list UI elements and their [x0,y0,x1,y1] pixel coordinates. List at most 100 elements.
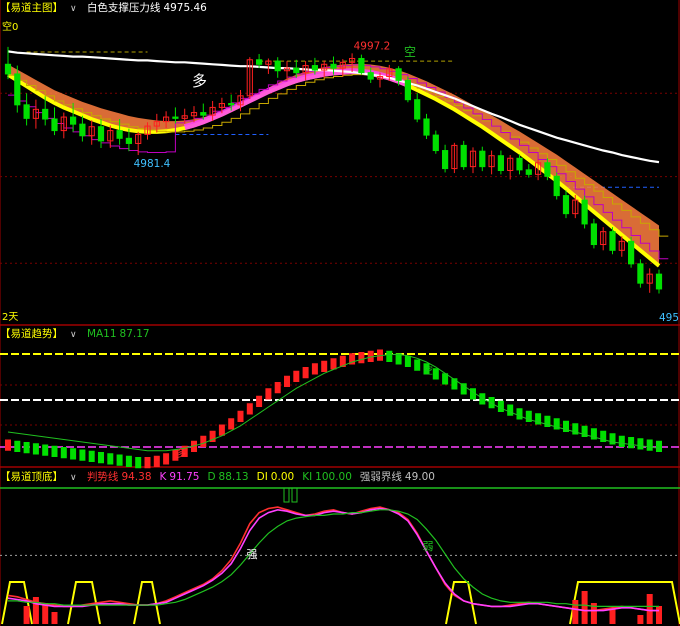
di-bar [656,606,662,624]
dropdown-arrow-icon[interactable]: ∨ [70,330,77,340]
trend-bar-up [358,352,365,364]
bottom-panel-title-bar: 【易道顶底】 ∨ 判势线 94.38 K 91.75 D 88.13 DI 0.00 KI 100.… [0,469,450,485]
trend-bar-down [60,447,67,459]
candle-down [655,273,663,290]
support-line-value: 4975.46 [163,2,207,14]
dropdown-arrow-icon[interactable]: ∨ [70,4,77,14]
candle-down [590,223,597,246]
candle-down [358,57,365,74]
trend-bar-down [646,439,653,451]
candle-down [581,199,588,225]
trend-bar-down [98,452,104,464]
legend-item-label: DI [256,471,268,483]
trend-bar-down [432,368,439,380]
candle-down [79,123,86,137]
candle-down [525,169,532,175]
di-bar [51,612,58,624]
trend-bar-down [656,440,662,452]
candle-down [367,72,374,80]
candle-down [125,137,133,144]
candle-down [553,175,560,197]
trend-bar-down [497,400,504,412]
trend-bar-down [51,445,58,457]
trend-bar-up [256,395,263,407]
trend-bar-down [116,454,123,466]
trend-bar-up [218,424,225,436]
candle-down [442,150,449,170]
di-bar [646,594,653,624]
trend-bar-up [284,375,290,387]
ma11-value: 87.17 [119,328,150,340]
trend-bar-down [507,404,514,416]
trend-bar-up [200,435,207,447]
di-bar [609,609,616,624]
trend-bar-up [321,360,328,372]
trend-bar-down [516,408,523,420]
chart-canvas: 4997.24981.4空02天 495多空多空强弱 [0,0,680,626]
dropdown-arrow-icon[interactable]: ∨ [70,473,77,483]
oscillator-line-judge [7,506,659,612]
candle-down [460,144,467,168]
trend-bar-up [293,370,300,382]
legend-item-value: 49.00 [404,471,435,483]
trend-bar-up [153,455,160,467]
candle-down [51,118,58,132]
candle-down [97,126,105,142]
legend-item-value: 94.38 [121,471,152,483]
legend-item-value: 91.75 [169,471,200,483]
left-top-label: 空0 [2,20,18,33]
candle-down [293,67,300,74]
trend-bar-up [5,439,11,451]
legend-item: DI 0.00 [257,471,295,483]
trend-bar-down [386,350,393,362]
di-bar [637,615,644,624]
trend-bar-down [618,435,625,447]
trend-bar-down [135,457,142,469]
trend-bar-down [609,433,616,445]
step-line-gold [8,74,669,237]
oscillator-line-k [7,507,659,612]
legend-item-label: K [159,471,167,483]
trend-bar-down [107,453,114,465]
trend-bar-down [414,359,421,371]
trend-bar-down [79,449,86,461]
candle-down [70,116,77,125]
di-bar [572,600,579,624]
trend-bar-down [637,438,644,450]
trend-signal-short-label: 空 [423,364,433,377]
candle-down [544,162,551,177]
trend-bar-up [274,382,281,394]
candle-down [432,134,439,152]
candle-down [172,116,179,119]
right-edge-price-label: 495 [659,312,679,324]
low-price-label: 4981.4 [134,158,171,170]
main-panel-title[interactable]: 【易道主图】 [0,2,63,14]
legend-item-value: 88.13 [218,471,249,483]
trend-bar-down [70,448,77,460]
legend-item-value: 0.00 [270,471,295,483]
legend-item-label: 强弱界线 [359,471,402,483]
signal-long-label: 多 [192,72,207,90]
candle-down [395,68,402,81]
support-line-label: 白色支撑压力线 [86,2,161,14]
trend-bar-up [237,410,244,422]
trend-bar-down [14,440,21,452]
candle-down [479,150,486,168]
candle-down [256,59,263,65]
trend-panel-title[interactable]: 【易道趋势】 [0,328,63,340]
legend-item-value: 100.00 [315,471,352,483]
trend-bar-down [32,443,39,455]
signal-short-label: 空 [404,45,416,59]
bottom-panel-title[interactable]: 【易道顶底】 [0,471,63,483]
ma11-label: MA11 [86,328,117,340]
step-line-magenta [8,64,669,260]
candle-down [423,118,430,136]
trend-bar-up [144,457,151,469]
candle-down [311,65,318,71]
candle-down [116,130,123,139]
candle-down [228,103,235,106]
bottom-signal-strong-label: 强 [247,548,258,561]
trend-bar-up [302,367,309,379]
ki-marker [283,487,290,503]
candle-down [404,79,411,101]
